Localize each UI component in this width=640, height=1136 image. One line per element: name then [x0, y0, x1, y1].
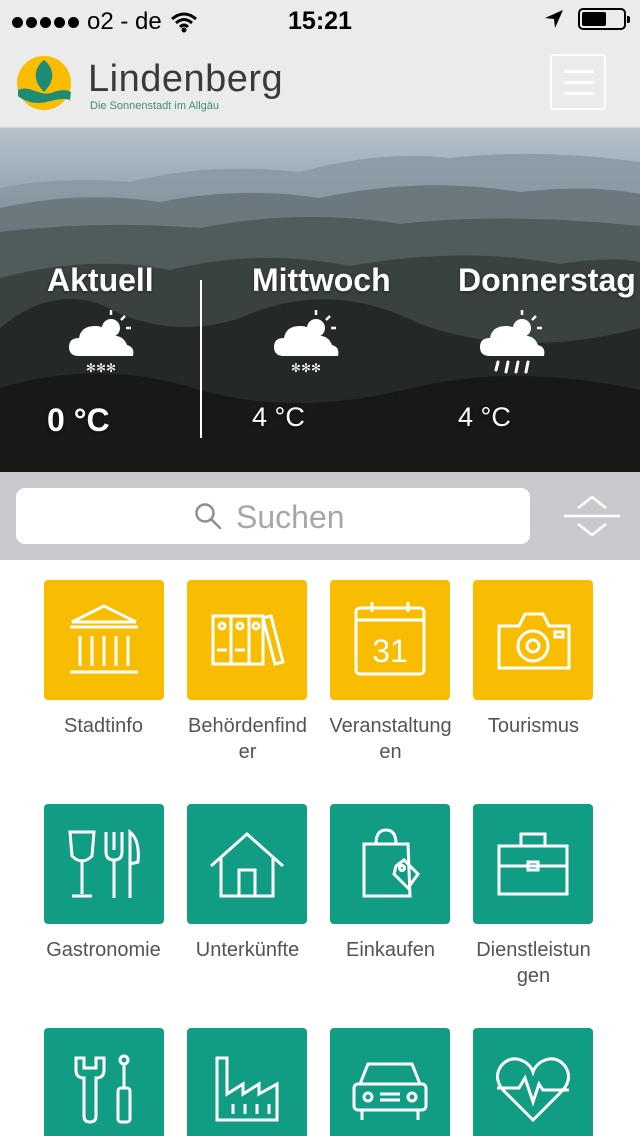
- tile-werkzeuge[interactable]: [44, 1028, 164, 1136]
- battery-icon: [578, 8, 630, 30]
- car-icon: [352, 1062, 428, 1120]
- tile-tourismus[interactable]: [473, 580, 593, 700]
- app-title: Lindenberg: [88, 58, 284, 100]
- folders-icon: [211, 614, 285, 666]
- app-subtitle: Die Sonnenstadt im Allgäu: [90, 100, 220, 112]
- search-bar: Suchen: [0, 472, 640, 560]
- tile-label-tourismus: Tourismus: [487, 715, 580, 737]
- weather-day-2: Mittwoch ✻✻✻ 4 °C: [252, 262, 391, 432]
- weather-day-label: Mittwoch: [252, 262, 391, 298]
- tile-veranstaltungen[interactable]: 31: [330, 580, 450, 700]
- factory-icon: [215, 1056, 279, 1122]
- heart-pulse-icon: [496, 1057, 570, 1123]
- tile-gastronomie[interactable]: [44, 804, 164, 924]
- weather-temp: 4 °C: [252, 402, 305, 432]
- app-header: Lindenberg Die Sonnenstadt im Allgäu: [0, 40, 640, 128]
- tile-behoerdenfinder[interactable]: [187, 580, 307, 700]
- wine-cutlery-icon: [68, 828, 140, 898]
- status-bar: o2 - de 15:21: [0, 0, 640, 40]
- weather-day-3: Donnerstag 4 °C: [458, 262, 636, 432]
- snow-cloud-icon: ✻✻✻: [69, 310, 134, 375]
- briefcase-icon: [497, 832, 569, 896]
- battery-level: [582, 12, 606, 26]
- tile-einkaufen[interactable]: [330, 804, 450, 924]
- tile-label-veranstaltungen: Veranstaltung en: [329, 715, 452, 763]
- tile-verkehr[interactable]: [330, 1028, 450, 1136]
- tools-icon: [74, 1054, 132, 1124]
- tile-label-einkaufen: Einkaufen: [346, 939, 435, 961]
- shopping-bag-icon: [362, 828, 420, 898]
- weather-divider: [200, 280, 202, 438]
- search-icon: [195, 503, 222, 530]
- building-icon: [70, 604, 138, 674]
- tile-dienstleistungen[interactable]: [473, 804, 593, 924]
- tile-label-stadtinfo: Stadtinfo: [64, 715, 143, 737]
- calendar-icon: 31: [354, 602, 426, 676]
- weather-current: Aktuell ✻✻✻ 0 °C: [47, 262, 154, 438]
- weather-temp: 0 °C: [47, 402, 110, 438]
- svg-text:✻✻✻: ✻✻✻: [291, 361, 321, 375]
- tile-label-unterkuenfte: Unterkünfte: [195, 939, 300, 961]
- calendar-day-number: 31: [372, 633, 408, 669]
- location-arrow-icon: [545, 10, 563, 28]
- tile-gewerbe[interactable]: [187, 1028, 307, 1136]
- rain-cloud-icon: [480, 310, 545, 374]
- tile-stadtinfo[interactable]: [44, 580, 164, 700]
- tile-label-behoerdenfinder: Behördenfind er: [188, 715, 307, 763]
- expand-collapse-icon[interactable]: [562, 494, 622, 538]
- snow-cloud-icon: ✻✻✻: [274, 310, 339, 375]
- tile-label-gastronomie: Gastronomie: [46, 939, 161, 961]
- weather-day-label: Aktuell: [47, 262, 154, 298]
- camera-icon: [497, 612, 571, 670]
- weather-hero: Aktuell ✻✻✻ 0 °C Mittwoch ✻✻✻ 4 °C Donne…: [0, 128, 640, 472]
- search-input[interactable]: Suchen: [16, 488, 530, 544]
- tile-label-dienstleistungen: Dienstleistun gen: [476, 939, 591, 987]
- svg-text:✻✻✻: ✻✻✻: [86, 361, 116, 375]
- lindenberg-logo-icon: [17, 56, 71, 110]
- search-placeholder: Suchen: [236, 499, 345, 535]
- menu-icon: [564, 70, 594, 73]
- weather-day-label: Donnerstag: [458, 262, 636, 298]
- house-icon: [210, 831, 284, 898]
- tile-gesundheit[interactable]: [473, 1028, 593, 1136]
- menu-button[interactable]: [550, 54, 606, 110]
- tile-unterkuenfte[interactable]: [187, 804, 307, 924]
- category-grid: Stadtinfo Behördenfind er 31 Veranstaltu…: [0, 560, 640, 1136]
- weather-temp: 4 °C: [458, 402, 511, 432]
